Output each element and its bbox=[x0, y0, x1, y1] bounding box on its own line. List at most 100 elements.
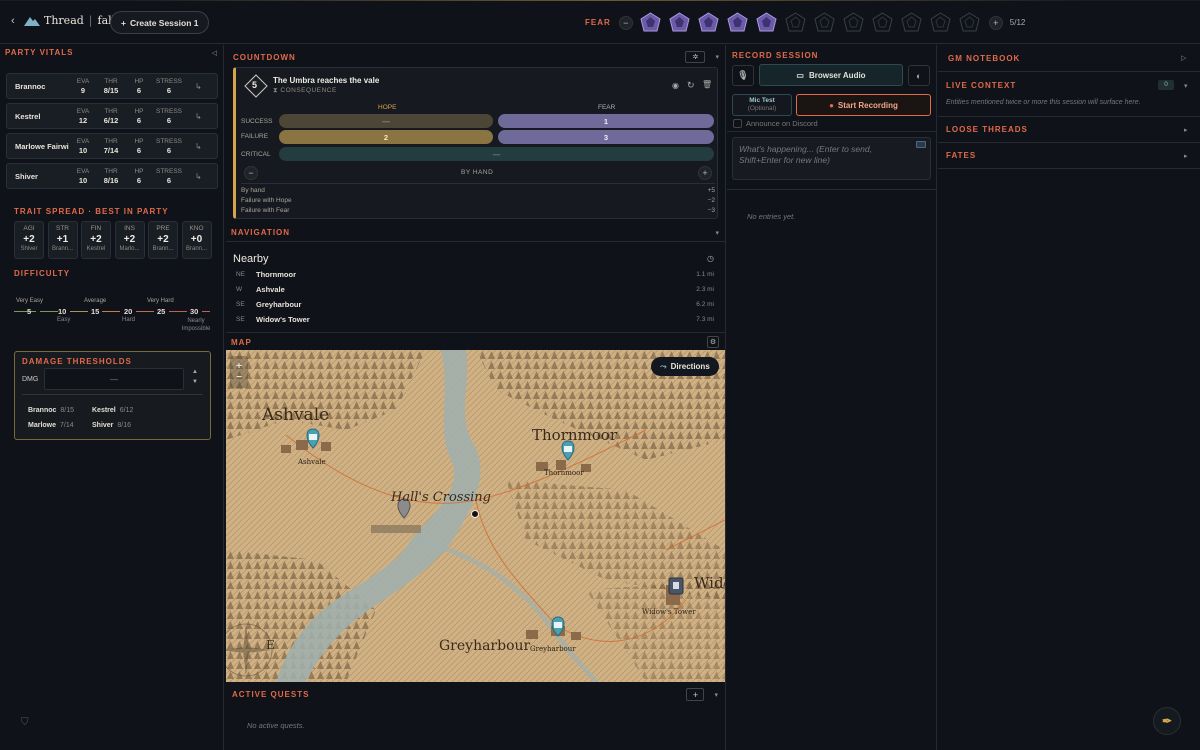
rule-value: −3 bbox=[707, 207, 715, 214]
trait-key: STR bbox=[56, 225, 69, 232]
refresh-icon[interactable]: ↻ bbox=[687, 80, 695, 91]
zoom-in-button[interactable]: + bbox=[236, 361, 242, 372]
nearby-place-row[interactable]: SE Widow's Tower 7.3 mi bbox=[236, 315, 714, 324]
fear-gem-filled-icon[interactable] bbox=[755, 12, 778, 33]
chevron-right-icon[interactable]: ▸ bbox=[1184, 152, 1188, 160]
trait-value: +0 bbox=[190, 234, 203, 245]
plus-icon: + bbox=[121, 17, 126, 28]
loose-threads-title[interactable]: LOOSE THREADS bbox=[946, 125, 1028, 134]
app-logo[interactable]: Thread | fall bbox=[24, 14, 115, 27]
place-name: Ashvale bbox=[256, 285, 285, 294]
stat-value: 7/14 bbox=[103, 146, 119, 155]
collapse-icon[interactable]: ▾ bbox=[715, 229, 719, 237]
place-distance: 1.1 mi bbox=[696, 271, 714, 278]
place-distance: 2.3 mi bbox=[696, 286, 714, 293]
chevron-right-icon[interactable]: ▸ bbox=[1184, 126, 1188, 134]
announce-checkbox[interactable] bbox=[733, 119, 742, 128]
link-icon[interactable]: ↳ bbox=[195, 142, 202, 151]
nearby-place-row[interactable]: NE Thornmoor 1.1 mi bbox=[236, 270, 714, 279]
clock-icon[interactable]: ◷ bbox=[707, 254, 714, 263]
trait-holder: Kestrel bbox=[86, 246, 106, 252]
directions-button[interactable]: ⤳ Directions bbox=[651, 357, 719, 376]
fear-gem-filled-icon[interactable] bbox=[668, 12, 691, 33]
difficulty-title: DIFFICULTY bbox=[14, 269, 71, 278]
link-icon[interactable]: ↳ bbox=[195, 112, 202, 121]
party-member-row[interactable]: Marlowe Fairwi...EVA10THR7/14HP6STRESS6↳ bbox=[6, 133, 218, 159]
critical-bar[interactable]: — bbox=[279, 147, 714, 161]
fear-decrement-button[interactable]: − bbox=[618, 15, 633, 30]
party-member-row[interactable]: Brannoc EVA 9 THR 8/15 HP 6 STRESS 6 ↳ bbox=[6, 73, 218, 99]
settings-icon[interactable]: ✲ bbox=[685, 51, 706, 63]
create-session-button[interactable]: + Create Session 1 bbox=[110, 11, 210, 34]
dmg-input[interactable]: — bbox=[44, 368, 184, 390]
damage-name: Marlowe bbox=[28, 422, 57, 429]
success-fear-bar[interactable]: 1 bbox=[498, 114, 714, 128]
increment-arrow-icon[interactable]: ▲ bbox=[192, 369, 198, 375]
success-hope-bar[interactable]: — bbox=[279, 114, 493, 128]
live-context-hint: Entities mentioned twice or more this se… bbox=[946, 99, 1141, 106]
fear-gem-empty-icon[interactable] bbox=[958, 12, 981, 33]
back-chevron-icon[interactable]: ‹ bbox=[11, 15, 15, 27]
fear-gem-filled-icon[interactable] bbox=[726, 12, 749, 33]
discord-icon[interactable]: ◐ bbox=[908, 65, 930, 86]
fear-gem-empty-icon[interactable] bbox=[813, 12, 836, 33]
nearby-place-row[interactable]: W Ashvale 2.3 mi bbox=[236, 285, 714, 294]
nearby-place-row[interactable]: SE Greyharbour 6.2 mi bbox=[236, 300, 714, 309]
add-quest-button[interactable]: + bbox=[686, 688, 705, 701]
member-name: Marlowe Fairwi... bbox=[15, 141, 69, 151]
zoom-controls: + − bbox=[230, 356, 248, 388]
map-pin-label-thornmoor: Thornmoor bbox=[544, 469, 584, 477]
fear-increment-button[interactable]: + bbox=[988, 15, 1003, 30]
collapse-icon[interactable]: ▾ bbox=[715, 53, 719, 61]
trait-value: +2 bbox=[90, 234, 102, 245]
shield-icon[interactable]: ⛉ bbox=[21, 717, 29, 728]
collapse-icon[interactable]: ◁ bbox=[212, 49, 217, 57]
fear-gem-empty-icon[interactable] bbox=[900, 12, 923, 33]
difficulty-top-label: Very Easy bbox=[16, 298, 44, 304]
eye-icon[interactable]: ◉ bbox=[672, 81, 679, 90]
keyboard-icon[interactable] bbox=[916, 141, 926, 148]
monitor-icon: ▭ bbox=[796, 70, 804, 80]
fates-title[interactable]: FATES bbox=[946, 151, 976, 160]
fear-gem-filled-icon[interactable] bbox=[697, 12, 720, 33]
microphone-icon[interactable]: 🎙 bbox=[732, 65, 754, 86]
fear-tracker: FEAR − + 5/12 bbox=[585, 12, 1025, 33]
stat-stress: STRESS 6 bbox=[153, 107, 185, 125]
trash-icon[interactable]: 🗑 bbox=[702, 80, 712, 89]
start-recording-button[interactable]: ● Start Recording bbox=[796, 94, 931, 116]
failure-hope-bar[interactable]: 2 bbox=[279, 130, 493, 144]
difficulty-top-label: Very Hard bbox=[147, 298, 174, 304]
fear-gem-empty-icon[interactable] bbox=[929, 12, 952, 33]
link-icon[interactable]: ↳ bbox=[195, 82, 202, 91]
chevron-down-icon[interactable]: ▾ bbox=[1184, 82, 1188, 90]
session-note-input[interactable]: What's happening... (Enter to send, Shif… bbox=[732, 137, 931, 180]
gear-icon[interactable]: ⚙ bbox=[707, 336, 719, 348]
countdown-plus-button[interactable]: + bbox=[698, 166, 712, 180]
critical-label: CRITICAL bbox=[241, 151, 271, 158]
stat-value: 6 bbox=[136, 146, 142, 155]
map-pin-label-widow: Widow's Tower bbox=[642, 608, 696, 616]
decrement-arrow-icon[interactable]: ▼ bbox=[192, 379, 198, 385]
map-title: MAP bbox=[231, 337, 252, 347]
countdown-minus-button[interactable]: − bbox=[244, 166, 258, 180]
live-context-title[interactable]: LIVE CONTEXT bbox=[946, 81, 1016, 90]
mic-test-button[interactable]: Mic Test (Optional) bbox=[732, 94, 792, 116]
fear-gem-filled-icon[interactable] bbox=[639, 12, 662, 33]
fear-gem-empty-icon[interactable] bbox=[871, 12, 894, 33]
fear-gem-empty-icon[interactable] bbox=[842, 12, 865, 33]
quill-icon[interactable]: ✒ bbox=[1153, 707, 1181, 735]
browser-audio-button[interactable]: ▭ Browser Audio bbox=[759, 64, 903, 86]
collapse-icon[interactable]: ▾ bbox=[714, 691, 718, 699]
collapse-right-icon[interactable]: ▷ bbox=[1181, 54, 1186, 62]
map-view[interactable]: Ashvale Ashvale Thornmoor Thornmoor Hall… bbox=[226, 350, 725, 682]
zoom-out-button[interactable]: − bbox=[236, 372, 242, 383]
success-hope-value: — bbox=[382, 116, 390, 126]
party-member-row[interactable]: Shiver EVA 10 THR 8/16 HP 6 STRESS 6 ↳ bbox=[6, 163, 218, 189]
navigation-title: NAVIGATION bbox=[231, 228, 291, 237]
link-icon[interactable]: ↳ bbox=[195, 172, 202, 181]
place-direction: SE bbox=[236, 301, 245, 308]
failure-fear-bar[interactable]: 3 bbox=[498, 130, 714, 144]
party-member-row[interactable]: Kestrel EVA 12 THR 6/12 HP 6 STRESS 6 ↳ bbox=[6, 103, 218, 129]
trait-value: +2 bbox=[23, 234, 35, 245]
fear-gem-empty-icon[interactable] bbox=[784, 12, 807, 33]
